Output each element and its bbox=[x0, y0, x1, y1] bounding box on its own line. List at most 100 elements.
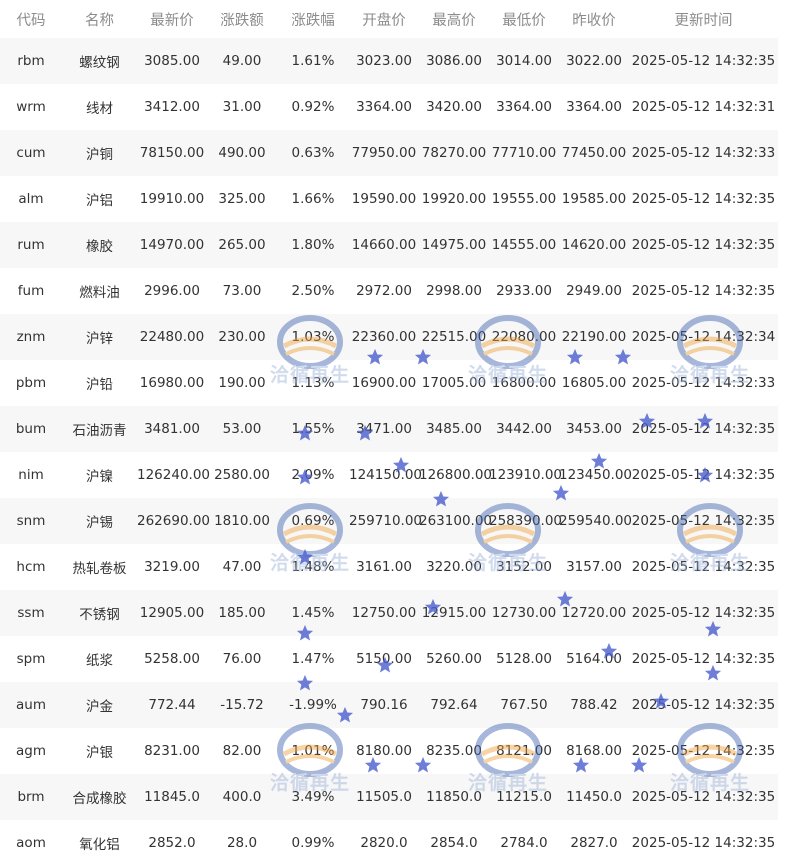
change-pct-cell: 1.47% bbox=[277, 636, 349, 682]
update-time-cell: 2025-05-12 14:32:33 bbox=[629, 130, 778, 176]
update-time-cell: 2025-05-12 14:32:33 bbox=[629, 360, 778, 406]
table-row[interactable]: pbm 沪铅 16980.00 190.00 1.13% 16900.00 17005.00… bbox=[0, 360, 778, 406]
table-row[interactable]: cum 沪铜 78150.00 490.00 0.63% 77950.00 78270.00… bbox=[0, 130, 778, 176]
prev-close-cell: 77450.00 bbox=[559, 130, 629, 176]
change-cell: 28.0 bbox=[207, 820, 277, 866]
prev-close-cell: 12720.00 bbox=[559, 590, 629, 636]
high-price-cell: 78270.00 bbox=[419, 130, 489, 176]
prev-close-cell: 3364.00 bbox=[559, 84, 629, 130]
change-cell: -15.72 bbox=[207, 682, 277, 728]
last-price-cell: 3481.00 bbox=[137, 406, 207, 452]
col-header-prev-close[interactable]: 昨收价 bbox=[559, 0, 629, 38]
update-time-cell: 2025-05-12 14:32:35 bbox=[629, 682, 778, 728]
prev-close-cell: 5164.00 bbox=[559, 636, 629, 682]
open-price-cell: 3471.00 bbox=[349, 406, 419, 452]
code-cell: alm bbox=[0, 176, 62, 222]
update-time-cell: 2025-05-12 14:32:35 bbox=[629, 38, 778, 84]
last-price-cell: 262690.00 bbox=[137, 498, 210, 544]
prev-close-cell: 259540.00 bbox=[559, 498, 632, 544]
table-row[interactable]: brm 合成橡胶 11845.0 400.0 3.49% 11505.0 11850.0 11… bbox=[0, 774, 778, 820]
table-row[interactable]: spm 纸浆 5258.00 76.00 1.47% 5150.00 5260.00 5128… bbox=[0, 636, 778, 682]
update-time-cell: 2025-05-12 14:32:35 bbox=[629, 452, 778, 498]
change-pct-cell: 3.49% bbox=[277, 774, 349, 820]
table-row[interactable]: agm 沪银 8231.00 82.00 1.01% 8180.00 8235.00 8121… bbox=[0, 728, 778, 774]
open-price-cell: 3161.00 bbox=[349, 544, 419, 590]
change-pct-cell: 2.09% bbox=[277, 452, 349, 498]
high-price-cell: 19920.00 bbox=[419, 176, 489, 222]
table-row[interactable]: rbm 螺纹钢 3085.00 49.00 1.61% 3023.00 3086.00 301… bbox=[0, 38, 778, 84]
update-time-cell: 2025-05-12 14:32:35 bbox=[629, 728, 778, 774]
col-header-high[interactable]: 最高价 bbox=[419, 0, 489, 38]
name-cell: 沪铝 bbox=[62, 176, 137, 222]
low-price-cell: 19555.00 bbox=[489, 176, 559, 222]
high-price-cell: 11850.0 bbox=[419, 774, 489, 820]
change-pct-cell: 0.63% bbox=[277, 130, 349, 176]
change-cell: 400.0 bbox=[207, 774, 277, 820]
change-cell: 325.00 bbox=[207, 176, 277, 222]
high-price-cell: 3485.00 bbox=[419, 406, 489, 452]
name-cell: 燃料油 bbox=[62, 268, 137, 314]
high-price-cell: 3220.00 bbox=[419, 544, 489, 590]
low-price-cell: 123910.00 bbox=[489, 452, 562, 498]
table-row[interactable]: znm 沪锌 22480.00 230.00 1.03% 22360.00 22515.00… bbox=[0, 314, 778, 360]
code-cell: rum bbox=[0, 222, 62, 268]
low-price-cell: 12730.00 bbox=[489, 590, 559, 636]
name-cell: 橡胶 bbox=[62, 222, 137, 268]
last-price-cell: 2852.0 bbox=[137, 820, 207, 866]
change-cell: 190.00 bbox=[207, 360, 277, 406]
table-row[interactable]: rum 橡胶 14970.00 265.00 1.80% 14660.00 14975.00… bbox=[0, 222, 778, 268]
table-row[interactable]: snm 沪锡 262690.00 1810.00 0.69% 259710.00 26310… bbox=[0, 498, 778, 544]
code-cell: snm bbox=[0, 498, 62, 544]
change-pct-cell: 0.69% bbox=[277, 498, 349, 544]
name-cell: 氧化铝 bbox=[62, 820, 137, 866]
name-cell: 热轧卷板 bbox=[62, 544, 137, 590]
change-cell: 47.00 bbox=[207, 544, 277, 590]
change-cell: 73.00 bbox=[207, 268, 277, 314]
col-header-name[interactable]: 名称 bbox=[62, 0, 137, 38]
last-price-cell: 12905.00 bbox=[137, 590, 207, 636]
table-row[interactable]: hcm 热轧卷板 3219.00 47.00 1.48% 3161.00 3220.00 31… bbox=[0, 544, 778, 590]
open-price-cell: 11505.0 bbox=[349, 774, 419, 820]
change-pct-cell: 1.48% bbox=[277, 544, 349, 590]
col-header-open[interactable]: 开盘价 bbox=[349, 0, 419, 38]
name-cell: 沪锌 bbox=[62, 314, 137, 360]
last-price-cell: 14970.00 bbox=[137, 222, 207, 268]
open-price-cell: 3364.00 bbox=[349, 84, 419, 130]
high-price-cell: 263100.00 bbox=[419, 498, 492, 544]
code-cell: ssm bbox=[0, 590, 62, 636]
code-cell: agm bbox=[0, 728, 62, 774]
high-price-cell: 3420.00 bbox=[419, 84, 489, 130]
col-header-change[interactable]: 涨跌额 bbox=[207, 0, 277, 38]
prev-close-cell: 2827.0 bbox=[559, 820, 629, 866]
table-row[interactable]: fum 燃料油 2996.00 73.00 2.50% 2972.00 2998.00 293… bbox=[0, 268, 778, 314]
low-price-cell: 3442.00 bbox=[489, 406, 559, 452]
prev-close-cell: 123450.00 bbox=[559, 452, 632, 498]
high-price-cell: 2998.00 bbox=[419, 268, 489, 314]
last-price-cell: 3219.00 bbox=[137, 544, 207, 590]
table-row[interactable]: alm 沪铝 19910.00 325.00 1.66% 19590.00 19920.00… bbox=[0, 176, 778, 222]
col-header-change-pct[interactable]: 涨跌幅 bbox=[277, 0, 349, 38]
col-header-last[interactable]: 最新价 bbox=[137, 0, 207, 38]
high-price-cell: 8235.00 bbox=[419, 728, 489, 774]
low-price-cell: 767.50 bbox=[489, 682, 559, 728]
change-pct-cell: 0.99% bbox=[277, 820, 349, 866]
table-row[interactable]: nim 沪镍 126240.00 2580.00 2.09% 124150.00 12680… bbox=[0, 452, 778, 498]
open-price-cell: 14660.00 bbox=[349, 222, 419, 268]
col-header-update-time[interactable]: 更新时间 bbox=[629, 0, 778, 38]
change-cell: 49.00 bbox=[207, 38, 277, 84]
code-cell: nim bbox=[0, 452, 62, 498]
open-price-cell: 16900.00 bbox=[349, 360, 419, 406]
table-row[interactable]: ssm 不锈钢 12905.00 185.00 1.45% 12750.00 12915.0… bbox=[0, 590, 778, 636]
col-header-low[interactable]: 最低价 bbox=[489, 0, 559, 38]
table-row[interactable]: wrm 线材 3412.00 31.00 0.92% 3364.00 3420.00 3364… bbox=[0, 84, 778, 130]
update-time-cell: 2025-05-12 14:32:35 bbox=[629, 774, 778, 820]
open-price-cell: 3023.00 bbox=[349, 38, 419, 84]
change-cell: 1810.00 bbox=[207, 498, 277, 544]
table-row[interactable]: aom 氧化铝 2852.0 28.0 0.99% 2820.0 2854.0 2784.0 2… bbox=[0, 820, 778, 866]
name-cell: 合成橡胶 bbox=[62, 774, 137, 820]
table-row[interactable]: bum 石油沥青 3481.00 53.00 1.55% 3471.00 3485.00 34… bbox=[0, 406, 778, 452]
col-header-code[interactable]: 代码 bbox=[0, 0, 62, 38]
code-cell: hcm bbox=[0, 544, 62, 590]
last-price-cell: 5258.00 bbox=[137, 636, 207, 682]
table-row[interactable]: aum 沪金 772.44 -15.72 -1.99% 790.16 792.64 767.5… bbox=[0, 682, 778, 728]
